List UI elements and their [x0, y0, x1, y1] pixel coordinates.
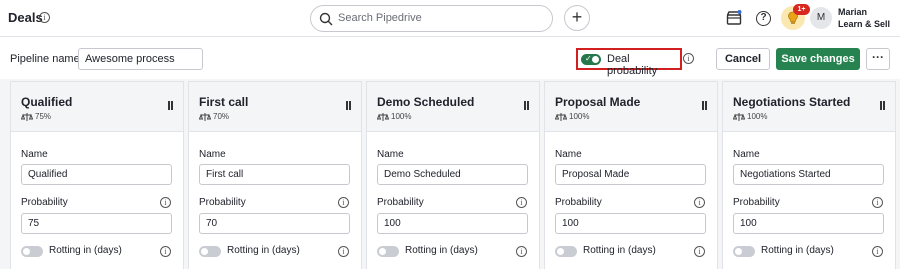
stage-name-input[interactable]: Proposal Made	[555, 164, 706, 185]
deal-probability-toggle[interactable]: ✓ Deal probability	[576, 48, 682, 77]
stage-title: First call	[199, 95, 249, 109]
stage-title: Qualified	[21, 95, 73, 109]
info-icon[interactable]: i	[694, 197, 705, 208]
name-label: Name	[377, 149, 404, 160]
stage-probability: 75%	[35, 112, 52, 121]
probability-label: Probability	[555, 197, 602, 208]
rotting-label: Rotting in (days)	[227, 245, 300, 256]
info-icon[interactable]: i	[160, 197, 171, 208]
stage-header[interactable]: First call 70%	[189, 82, 361, 132]
rotting-label: Rotting in (days)	[761, 245, 834, 256]
stage-probability: 100%	[391, 112, 412, 121]
info-icon[interactable]: i	[872, 197, 883, 208]
probability-input[interactable]: 70	[199, 213, 350, 234]
probability-label: Probability	[21, 197, 68, 208]
probability-input[interactable]: 100	[377, 213, 528, 234]
rotting-toggle[interactable]	[199, 246, 221, 257]
rotting-label: Rotting in (days)	[405, 245, 478, 256]
stage-probability: 100%	[747, 112, 768, 121]
name-label: Name	[555, 149, 582, 160]
name-label: Name	[199, 149, 226, 160]
info-icon[interactable]: i	[338, 246, 349, 257]
drag-handle-icon[interactable]	[880, 101, 885, 110]
scale-icon	[377, 113, 389, 121]
scale-icon	[733, 113, 745, 121]
stage-header[interactable]: Proposal Made 100%	[545, 82, 717, 132]
probability-label: Probability	[377, 197, 424, 208]
info-icon[interactable]: i	[694, 246, 705, 257]
name-label: Name	[733, 149, 760, 160]
stage-name-input[interactable]: Negotiations Started	[733, 164, 884, 185]
rotting-toggle[interactable]	[377, 246, 399, 257]
toggle-switch[interactable]: ✓	[581, 54, 601, 65]
user-name[interactable]: Marian	[838, 7, 867, 17]
probability-input[interactable]: 75	[21, 213, 172, 234]
stage-probability: 70%	[213, 112, 230, 121]
rotting-label: Rotting in (days)	[49, 245, 122, 256]
deal-probability-label: Deal probability	[607, 53, 658, 77]
notification-badge: 1+	[793, 4, 810, 15]
info-icon[interactable]: i	[683, 53, 694, 64]
scale-icon	[199, 113, 211, 121]
search-placeholder: Search Pipedrive	[338, 12, 422, 24]
drag-handle-icon[interactable]	[168, 101, 173, 110]
scale-icon	[21, 113, 33, 121]
rotting-toggle[interactable]	[733, 246, 755, 257]
info-icon[interactable]: i	[160, 246, 171, 257]
stage-title: Proposal Made	[555, 95, 641, 109]
stage-column: Proposal Made 100% Name Proposal Made Pr…	[544, 81, 718, 269]
save-changes-button[interactable]: Save changes	[776, 48, 860, 70]
pipeline-name-label: Pipeline name	[10, 53, 80, 65]
probability-label: Probability	[199, 197, 246, 208]
drag-handle-icon[interactable]	[524, 101, 529, 110]
info-icon[interactable]: i	[39, 12, 50, 23]
stage-column: Qualified 75% Name Qualified Probability…	[10, 81, 184, 269]
stage-name-input[interactable]: First call	[199, 164, 350, 185]
name-label: Name	[21, 149, 48, 160]
probability-input[interactable]: 100	[555, 213, 706, 234]
probability-label: Probability	[733, 197, 780, 208]
user-company[interactable]: Learn & Sell	[838, 19, 890, 29]
stage-name-input[interactable]: Qualified	[21, 164, 172, 185]
info-icon[interactable]: i	[338, 197, 349, 208]
stage-column: First call 70% Name First call Probabili…	[188, 81, 362, 269]
stage-header[interactable]: Negotiations Started 100%	[723, 82, 895, 132]
drag-handle-icon[interactable]	[346, 101, 351, 110]
stage-title: Negotiations Started	[733, 95, 851, 109]
probability-input[interactable]: 100	[733, 213, 884, 234]
stage-column: Negotiations Started 100% Name Negotiati…	[722, 81, 896, 269]
info-icon[interactable]: i	[872, 246, 883, 257]
more-options-button[interactable]: ···	[866, 48, 890, 70]
rotting-toggle[interactable]	[21, 246, 43, 257]
cancel-button[interactable]: Cancel	[716, 48, 770, 70]
info-icon[interactable]: i	[516, 197, 527, 208]
drag-handle-icon[interactable]	[702, 101, 707, 110]
stage-header[interactable]: Qualified 75%	[11, 82, 183, 132]
help-icon[interactable]: ?	[756, 11, 771, 26]
info-icon[interactable]: i	[516, 246, 527, 257]
avatar[interactable]: M	[810, 7, 832, 29]
stage-column: Demo Scheduled 100% Name Demo Scheduled …	[366, 81, 540, 269]
add-button[interactable]: +	[564, 5, 590, 31]
rotting-label: Rotting in (days)	[583, 245, 656, 256]
rotting-toggle[interactable]	[555, 246, 577, 257]
scale-icon	[555, 113, 567, 121]
marketplace-icon[interactable]	[726, 10, 742, 26]
stage-header[interactable]: Demo Scheduled 100%	[367, 82, 539, 132]
pipeline-name-input[interactable]	[78, 48, 203, 70]
page-title: Deals	[8, 10, 43, 25]
stage-name-input[interactable]: Demo Scheduled	[377, 164, 528, 185]
stage-probability: 100%	[569, 112, 590, 121]
search-icon	[319, 12, 333, 26]
check-icon: ✓	[585, 54, 592, 63]
top-bar: Deals i Search Pipedrive + ? 1+ M Marian…	[0, 0, 900, 37]
stage-title: Demo Scheduled	[377, 95, 475, 109]
search-input[interactable]: Search Pipedrive	[310, 5, 553, 32]
